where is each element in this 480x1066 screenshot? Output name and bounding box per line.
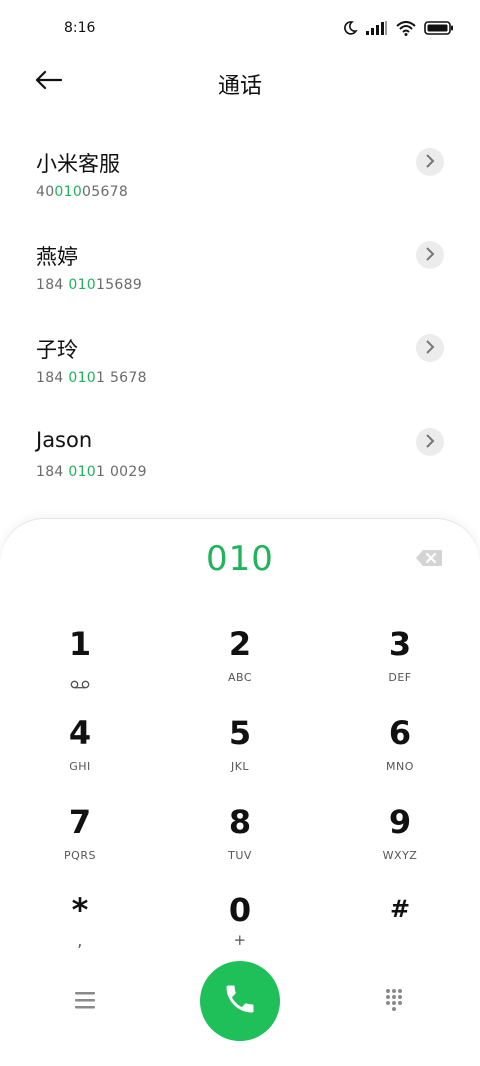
page-title: 通话: [217, 74, 262, 99]
contact-name: 燕婷: [36, 245, 78, 269]
contact-detail-button[interactable]: [416, 334, 444, 362]
key-9[interactable]: 9 WXYZ: [340, 803, 460, 883]
chevron-right-icon: [425, 433, 435, 452]
key-letters: MNO: [386, 760, 414, 773]
wifi-icon: [396, 20, 416, 36]
backspace-button[interactable]: [414, 547, 444, 569]
key-star[interactable]: * ,: [20, 891, 140, 971]
key-letters: DEF: [388, 671, 412, 684]
chevron-right-icon: [425, 246, 435, 265]
contact-detail-button[interactable]: [416, 241, 444, 269]
key-letters: WXYZ: [382, 849, 418, 862]
keypad-icon: [380, 989, 410, 1019]
contact-item[interactable]: Jason 184 0101 0029: [0, 428, 480, 508]
key-2[interactable]: 2 ABC: [180, 625, 300, 705]
key-0[interactable]: 0 +: [180, 891, 300, 971]
contact-item[interactable]: 燕婷 184 01015689: [0, 241, 480, 321]
status-time: 8:16: [64, 20, 96, 36]
key-digit: 8: [228, 803, 252, 841]
battery-icon: [424, 21, 454, 35]
dialed-number: 010: [206, 539, 274, 579]
contact-item[interactable]: 子玲 184 0101 5678: [0, 334, 480, 414]
key-letters: ABC: [227, 671, 253, 684]
key-digit: 7: [68, 803, 92, 841]
key-digit: 5: [228, 714, 252, 752]
contact-name: 子玲: [36, 338, 78, 362]
contact-detail-button[interactable]: [416, 428, 444, 456]
key-7[interactable]: 7 PQRS: [20, 803, 140, 883]
contact-name: 小米客服: [36, 152, 120, 176]
key-letters: ,: [77, 931, 83, 950]
key-digit: 4: [68, 714, 92, 752]
key-digit: 3: [388, 625, 412, 663]
menu-icon: [68, 992, 102, 1021]
contact-detail-button[interactable]: [416, 148, 444, 176]
key-6[interactable]: 6 MNO: [340, 714, 460, 794]
key-letters: PQRS: [64, 849, 96, 862]
key-digit: 2: [228, 625, 252, 663]
dialpad: 010 1 2 ABC 3 DEF 4 GHI 5 JKL 6 MNO 7 PQ…: [0, 519, 480, 1066]
key-1[interactable]: 1: [20, 625, 140, 705]
key-digit: *: [71, 891, 89, 929]
key-letters: JKL: [230, 760, 250, 773]
voicemail-icon: [70, 674, 90, 693]
backspace-icon: [414, 550, 444, 573]
signal-icon: [366, 21, 388, 35]
chevron-right-icon: [425, 153, 435, 172]
key-digit: #: [389, 895, 411, 923]
key-digit: 9: [388, 803, 412, 841]
contact-number: 4001005678: [36, 184, 129, 200]
status-icons: [342, 20, 454, 36]
key-digit: 6: [388, 714, 412, 752]
key-3[interactable]: 3 DEF: [340, 625, 460, 705]
keypad-toggle-button[interactable]: [380, 985, 410, 1015]
contact-number: 184 01015689: [36, 277, 143, 293]
key-4[interactable]: 4 GHI: [20, 714, 140, 794]
call-button[interactable]: [200, 961, 280, 1041]
key-8[interactable]: 8 TUV: [180, 803, 300, 883]
chevron-right-icon: [425, 339, 435, 358]
key-digit: 0: [228, 891, 252, 929]
header: 通话: [0, 56, 480, 108]
status-bar: 8:16: [0, 0, 480, 60]
key-letters: GHI: [69, 760, 91, 773]
menu-button[interactable]: [68, 987, 102, 1017]
contact-item[interactable]: 小米客服 4001005678: [0, 148, 480, 228]
key-hash[interactable]: #: [340, 891, 460, 971]
phone-icon: [222, 981, 258, 1021]
contact-name: Jason: [36, 428, 93, 452]
key-letters: TUV: [228, 849, 252, 862]
moon-icon: [342, 20, 358, 36]
key-5[interactable]: 5 JKL: [180, 714, 300, 794]
contact-number: 184 0101 0029: [36, 464, 147, 480]
key-letters: +: [233, 931, 247, 949]
contact-number: 184 0101 5678: [36, 370, 147, 386]
key-digit: 1: [68, 625, 92, 663]
